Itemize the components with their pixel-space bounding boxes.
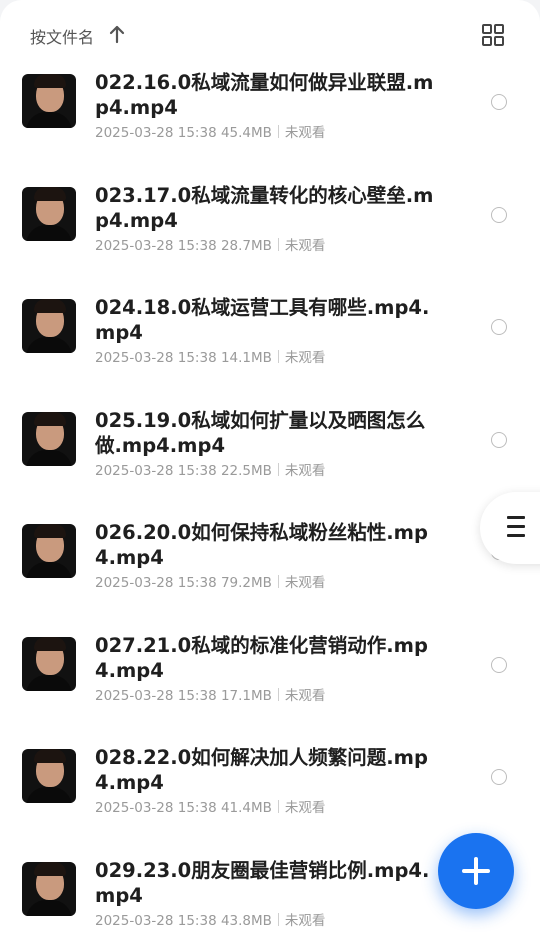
file-size: 45.4MB — [220, 125, 272, 141]
file-date: 2025-03-28 15:38 — [95, 125, 217, 141]
video-thumbnail[interactable] — [22, 636, 76, 691]
file-meta: 2025-03-28 15:38 28.7MB 未观看 — [95, 234, 325, 254]
menu-icon — [507, 516, 525, 519]
watch-status: 未观看 — [284, 125, 326, 141]
file-list: 022.16.0私域流量如何做异业联盟.mp4.mp4 2025-03-28 15… — [0, 66, 540, 937]
file-meta: 2025-03-28 15:38 45.4MB 未观看 — [95, 121, 325, 141]
file-size: 17.1MB — [220, 687, 272, 704]
file-date: 2025-03-28 15:38 — [95, 687, 217, 704]
file-date: 2025-03-28 15:38 — [95, 462, 217, 479]
file-list-item[interactable]: 022.16.0私域流量如何做异业联盟.mp4.mp4 2025-03-28 15… — [0, 66, 540, 179]
select-radio[interactable] — [491, 206, 507, 223]
menu-icon-line — [507, 525, 525, 528]
file-title: 028.22.0如何解决加人频繁问题.mp4.mp4 — [95, 746, 428, 794]
file-list-item[interactable]: 026.20.0如何保持私域粉丝粘性.mp4.mp4 2025-03-28 15:… — [0, 516, 540, 629]
file-list-item[interactable]: 023.17.0私域流量转化的核心壁垒.mp4.mp4 2025-03-28 15… — [0, 179, 540, 292]
grid-view-icon[interactable] — [481, 23, 505, 47]
video-thumbnail[interactable] — [22, 74, 76, 128]
file-date: 2025-03-28 15:38 — [95, 912, 217, 929]
watch-status: 未观看 — [284, 912, 326, 929]
video-thumbnail[interactable] — [22, 299, 76, 353]
watch-status: 未观看 — [284, 687, 326, 704]
file-date: 2025-03-28 15:38 — [95, 237, 217, 254]
watch-status: 未观看 — [284, 462, 326, 479]
file-title: 029.23.0朋友圈最佳营销比例.mp4.mp4 — [95, 858, 430, 907]
file-title: 027.21.0私域的标准化营销动作.mp4.mp4 — [95, 633, 428, 682]
file-meta: 2025-03-28 15:38 79.2MB 未观看 — [95, 571, 325, 591]
file-title: 022.16.0私域流量如何做异业联盟.mp4.mp4 — [95, 71, 434, 119]
file-meta: 2025-03-28 15:38 17.1MB 未观看 — [95, 684, 325, 704]
select-radio[interactable] — [491, 319, 507, 335]
file-list-item[interactable]: 024.18.0私域运营工具有哪些.mp4.mp4 2025-03-28 15:3… — [0, 291, 540, 404]
file-size: 28.7MB — [220, 237, 272, 254]
file-meta: 2025-03-28 15:38 14.1MB 未观看 — [95, 346, 325, 366]
file-meta: 2025-03-28 15:38 41.4MB 未观看 — [95, 796, 325, 816]
file-list-item[interactable]: 025.19.0私域如何扩量以及晒图怎么做.mp4.mp4 2025-03-28 … — [0, 404, 540, 517]
file-size: 43.8MB — [220, 912, 272, 929]
file-title: 024.18.0私域运营工具有哪些.mp4.mp4 — [95, 296, 430, 344]
watch-status: 未观看 — [284, 800, 326, 816]
video-thumbnail[interactable] — [22, 861, 76, 916]
select-radio[interactable] — [491, 769, 507, 785]
watch-status: 未观看 — [284, 575, 326, 591]
select-radio[interactable] — [491, 656, 507, 673]
video-thumbnail[interactable] — [22, 411, 76, 466]
plus-icon-stroke — [474, 857, 478, 885]
file-size: 22.5MB — [220, 462, 272, 479]
file-meta: 2025-03-28 15:38 43.8MB 未观看 — [95, 909, 325, 929]
watch-status: 未观看 — [284, 350, 326, 366]
file-date: 2025-03-28 15:38 — [95, 800, 217, 816]
sort-bar: 按文件名 — [0, 0, 540, 66]
file-meta: 2025-03-28 15:38 22.5MB 未观看 — [95, 459, 325, 479]
file-date: 2025-03-28 15:38 — [95, 350, 217, 366]
select-radio[interactable] — [491, 431, 507, 448]
video-thumbnail[interactable] — [22, 186, 76, 241]
menu-icon-line — [507, 534, 525, 537]
file-size: 41.4MB — [220, 800, 272, 816]
select-radio[interactable] — [491, 94, 507, 110]
file-title: 023.17.0私域流量转化的核心壁垒.mp4.mp4 — [95, 183, 434, 232]
add-button[interactable] — [438, 833, 514, 909]
video-thumbnail[interactable] — [22, 749, 76, 803]
file-date: 2025-03-28 15:38 — [95, 575, 217, 591]
file-title: 025.19.0私域如何扩量以及晒图怎么做.mp4.mp4 — [95, 408, 426, 457]
file-title: 026.20.0如何保持私域粉丝粘性.mp4.mp4 — [95, 521, 428, 569]
sort-by-name-label[interactable]: 按文件名 — [30, 24, 94, 48]
file-list-item[interactable]: 027.21.0私域的标准化营销动作.mp4.mp4 2025-03-28 15:… — [0, 629, 540, 742]
file-size: 14.1MB — [220, 350, 272, 366]
video-thumbnail[interactable] — [22, 524, 76, 578]
arrow-up-icon[interactable] — [108, 24, 126, 44]
file-size: 79.2MB — [220, 575, 272, 591]
watch-status: 未观看 — [284, 237, 326, 254]
file-list-sheet: 按文件名 022.16.0私域流量如何做异业联盟.mp4.mp4 2025-03-… — [0, 0, 540, 937]
